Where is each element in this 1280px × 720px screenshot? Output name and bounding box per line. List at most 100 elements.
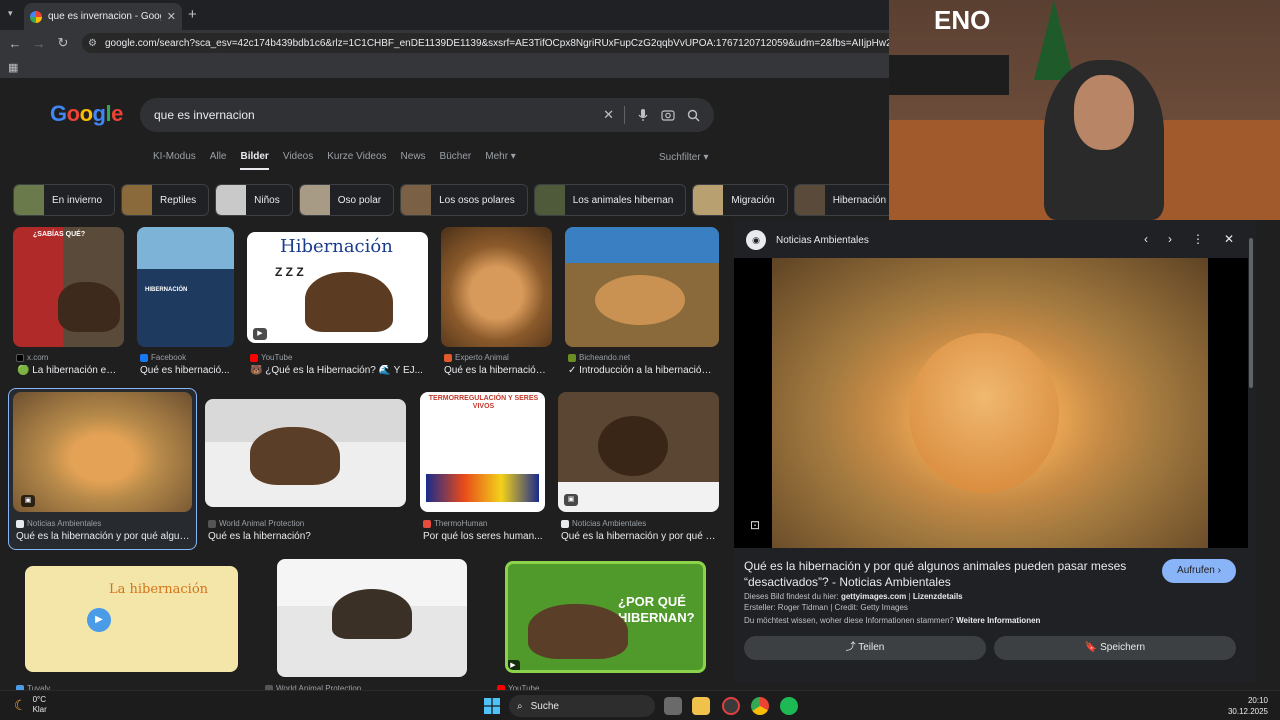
- tab-mehr[interactable]: Mehr ▾: [485, 151, 516, 170]
- tab-kurze-videos[interactable]: Kurze Videos: [327, 151, 386, 170]
- result-caption[interactable]: 🐻 ¿Qué es la Hibernación? 🌊 Y EJ...: [250, 365, 426, 376]
- search-input[interactable]: [154, 108, 592, 122]
- result-caption[interactable]: Qué es hibernació...: [140, 365, 234, 376]
- result-caption[interactable]: ✓ Introducción a la hibernación ...: [568, 365, 716, 376]
- microphone-icon[interactable]: [637, 108, 649, 122]
- visit-button[interactable]: Aufrufen ›: [1162, 559, 1236, 583]
- more-info-link[interactable]: Weitere Informationen: [956, 616, 1040, 625]
- suchfilter-button[interactable]: Suchfilter ▾: [659, 152, 708, 163]
- x-favicon-icon: [16, 353, 24, 362]
- back-icon[interactable]: ←: [3, 36, 27, 51]
- result-image-thermohuman[interactable]: TERMORREGULACIÓN Y SERES VIVOS: [420, 392, 545, 512]
- search-icon[interactable]: [687, 109, 700, 122]
- forward-icon[interactable]: →: [27, 36, 51, 51]
- tab-videos[interactable]: Videos: [283, 151, 313, 170]
- result-caption[interactable]: Por qué los seres human...: [423, 531, 543, 542]
- file-explorer-icon[interactable]: [692, 697, 710, 715]
- app-icon[interactable]: [722, 697, 740, 715]
- noticias-favicon-icon: [16, 519, 24, 528]
- result-caption[interactable]: Qué es la hibernación?: [208, 531, 403, 542]
- time: 20:10: [1247, 696, 1268, 705]
- panel-site-name: Noticias Ambientales: [776, 234, 869, 246]
- close-tab-icon[interactable]: ✕: [167, 10, 176, 23]
- result-image-world-animal-protection[interactable]: [205, 399, 406, 507]
- result-image-bicheando[interactable]: [565, 227, 719, 347]
- chip-thumbnail: [14, 185, 44, 215]
- spotify-icon[interactable]: [780, 697, 798, 715]
- chip-los-animales-hibernan[interactable]: Los animales hibernan: [533, 184, 687, 216]
- video-play-icon: ▶: [508, 660, 520, 670]
- preview-title[interactable]: Qué es la hibernación y por qué algunos …: [744, 558, 1144, 590]
- result-image-youtube-2[interactable]: ¿POR QUÉ HIBERNAN? ▶: [505, 561, 706, 673]
- tab-ki-modus[interactable]: KI-Modus: [153, 151, 196, 170]
- chip-oso-polar[interactable]: Oso polar: [298, 184, 395, 216]
- scrollbar-thumb[interactable]: [1249, 238, 1253, 388]
- browser-tab[interactable]: que es invernacion - Google Su ✕: [24, 3, 182, 30]
- license-details-link[interactable]: Lizenzdetails: [913, 592, 963, 601]
- new-tab-button[interactable]: +: [188, 6, 197, 23]
- tab-bilder[interactable]: Bilder: [240, 151, 269, 170]
- thumb-por-que-text: ¿POR QUÉ HIBERNAN?: [618, 594, 695, 625]
- tab-buecher[interactable]: Bücher: [440, 151, 472, 170]
- result-image-xcom[interactable]: ¿SABÍAS QUÉ?: [13, 227, 124, 347]
- taskbar-search-label: Suche: [530, 700, 559, 712]
- chip-ninos[interactable]: Niños: [215, 184, 293, 216]
- result-image-noticias-ambientales[interactable]: ▣: [13, 392, 192, 512]
- found-site-link[interactable]: gettyimages.com: [841, 592, 906, 601]
- panel-header[interactable]: ◉ Noticias Ambientales: [746, 230, 869, 250]
- taskbar-clock[interactable]: 20:10 30.12.2025: [1228, 695, 1268, 717]
- result-caption[interactable]: Qué es la hibernación y por qué algun...: [16, 531, 192, 542]
- chip-los-osos-polares[interactable]: Los osos polares: [400, 184, 528, 216]
- url-text: google.com/search?sca_esv=42c174b439bdb1…: [104, 37, 970, 49]
- previous-icon[interactable]: ‹: [1144, 232, 1148, 246]
- tab-alle[interactable]: Alle: [210, 151, 227, 170]
- tab-news[interactable]: News: [401, 151, 426, 170]
- result-caption[interactable]: Qué es la hibernación...: [444, 365, 549, 376]
- chip-migracion[interactable]: Migración: [692, 184, 788, 216]
- preview-image[interactable]: ⊡: [734, 258, 1248, 548]
- chip-reptiles[interactable]: Reptiles: [121, 184, 210, 216]
- site-info-icon[interactable]: ⚙: [88, 38, 97, 49]
- lens-search-icon[interactable]: ⊡: [750, 518, 760, 532]
- result-image-youtube[interactable]: Hibernación Z Z Z ▶: [247, 232, 428, 343]
- windows-start-icon[interactable]: [484, 698, 500, 714]
- reload-icon[interactable]: ↻: [51, 35, 75, 51]
- close-icon[interactable]: ✕: [1224, 232, 1234, 246]
- result-image-noticias-ambientales-2[interactable]: ▣: [558, 392, 719, 512]
- panel-controls: ‹ › ⋮ ✕: [1144, 232, 1234, 246]
- thumb-sabias-text: ¿SABÍAS QUÉ?: [33, 231, 86, 238]
- chrome-icon[interactable]: [751, 697, 769, 715]
- taskbar: ☾ 0°C Klar ⌕ Suche 20:10 30.12.2025: [0, 690, 1280, 720]
- chip-thumbnail: [299, 185, 330, 215]
- search-icon: ⌕: [517, 700, 523, 712]
- result-source: Noticias Ambientales: [561, 519, 646, 528]
- clear-icon[interactable]: ✕: [603, 107, 614, 123]
- tab-menu-icon[interactable]: ▾: [8, 8, 13, 19]
- chip-thumbnail: [401, 185, 432, 215]
- gallery-icon: ▣: [564, 494, 578, 506]
- result-caption[interactable]: Qué es la hibernación y por qué a...: [561, 531, 717, 542]
- result-image-tuvaly[interactable]: La hibernación ▶: [25, 566, 238, 672]
- save-button[interactable]: 🔖 Speichern: [994, 636, 1236, 660]
- more-options-icon[interactable]: ⋮: [1192, 232, 1204, 246]
- result-image-world-animal-protection-2[interactable]: [277, 559, 467, 677]
- result-image-experto-animal[interactable]: [441, 227, 552, 347]
- video-play-icon: ▶: [253, 328, 267, 340]
- panel-scrollbar[interactable]: [1248, 228, 1254, 674]
- chip-en-invierno[interactable]: En invierno: [13, 184, 116, 216]
- share-button[interactable]: ⤴ Teilen: [744, 636, 986, 660]
- dormouse-shape: [909, 333, 1059, 493]
- tab-title: que es invernacion - Google Su: [48, 11, 161, 22]
- next-icon[interactable]: ›: [1168, 232, 1172, 246]
- task-view-icon[interactable]: [664, 697, 682, 715]
- result-image-facebook[interactable]: HIBERNACIÓN: [137, 227, 234, 347]
- weather-condition: Klar: [32, 705, 47, 714]
- weather-widget[interactable]: ☾ 0°C Klar: [14, 695, 47, 715]
- google-logo[interactable]: Google: [50, 101, 123, 127]
- taskbar-search[interactable]: ⌕ Suche: [509, 695, 655, 717]
- result-caption[interactable]: 🟢 La hibernación es ...: [17, 365, 121, 376]
- lens-camera-icon[interactable]: [661, 108, 675, 122]
- apps-grid-icon[interactable]: ▦: [8, 61, 18, 74]
- screen: ▾ que es invernacion - Google Su ✕ + ← →…: [0, 0, 1280, 720]
- video-play-icon: ▶: [87, 608, 111, 632]
